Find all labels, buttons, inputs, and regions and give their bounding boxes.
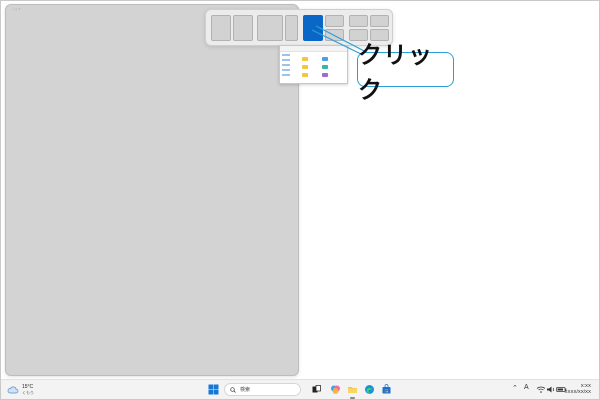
weather-desc: くもり [22, 390, 34, 395]
cloud-icon [7, 386, 19, 394]
system-clock[interactable]: X:XX XXXX/XX/XX [564, 383, 591, 395]
chevron-up-icon[interactable]: ⌃ [512, 384, 518, 392]
clock-date: XXXX/XX/XX [564, 389, 591, 394]
file-explorer-active-indicator [350, 397, 355, 399]
ime-indicator[interactable]: A [524, 384, 529, 391]
taskbar-search[interactable]: 検索 [224, 383, 301, 396]
edge-browser-icon[interactable] [364, 384, 375, 395]
wifi-icon[interactable] [536, 385, 546, 394]
search-placeholder: 検索 [240, 387, 251, 393]
volume-icon[interactable] [546, 385, 556, 394]
windows-start-icon[interactable] [208, 384, 219, 395]
copilot-icon[interactable] [330, 384, 341, 395]
weather-widget[interactable]: 15°C くもり [7, 382, 34, 398]
taskbar: 15°C くもり 検索 ⌃ A X:XX XXXX/XX/XX [1, 379, 599, 399]
callout-label: クリック [358, 41, 433, 104]
file-explorer-icon[interactable] [347, 384, 358, 395]
store-icon[interactable] [381, 384, 392, 395]
callout-pointer [311, 25, 371, 57]
search-icon [230, 386, 236, 393]
click-callout: クリック [357, 42, 454, 104]
task-view-icon[interactable] [311, 384, 322, 395]
